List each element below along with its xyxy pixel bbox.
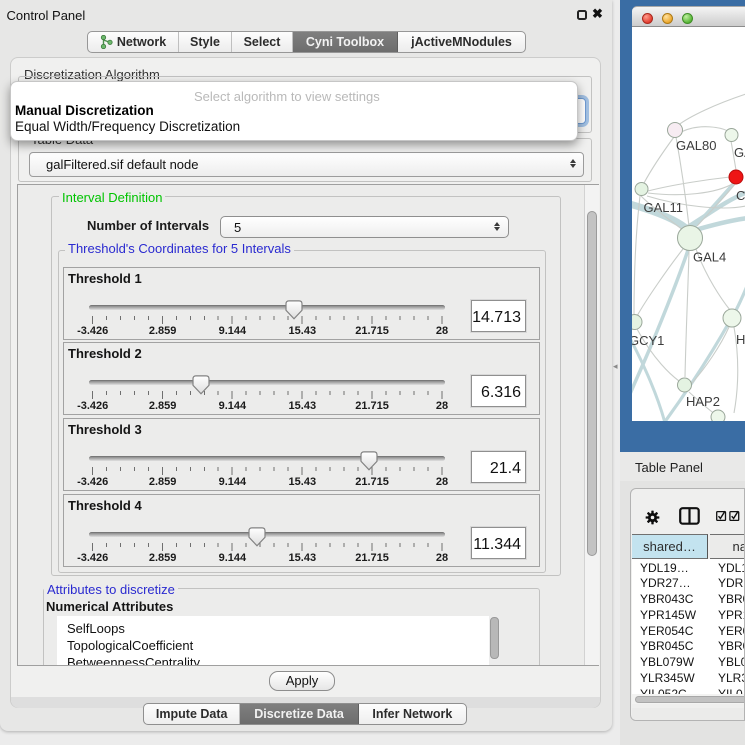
svg-text:HAP1: HAP1	[736, 332, 745, 347]
svg-text:CYC8: CYC8	[736, 188, 745, 203]
svg-text:GAL80: GAL80	[676, 138, 716, 153]
svg-text:GCY1: GCY1	[632, 333, 664, 348]
svg-text:GAL7: GAL7	[734, 145, 745, 160]
svg-text:GAL4: GAL4	[693, 250, 726, 265]
svg-text:GAL11: GAL11	[644, 200, 684, 215]
svg-text:HAP2: HAP2	[686, 394, 720, 409]
